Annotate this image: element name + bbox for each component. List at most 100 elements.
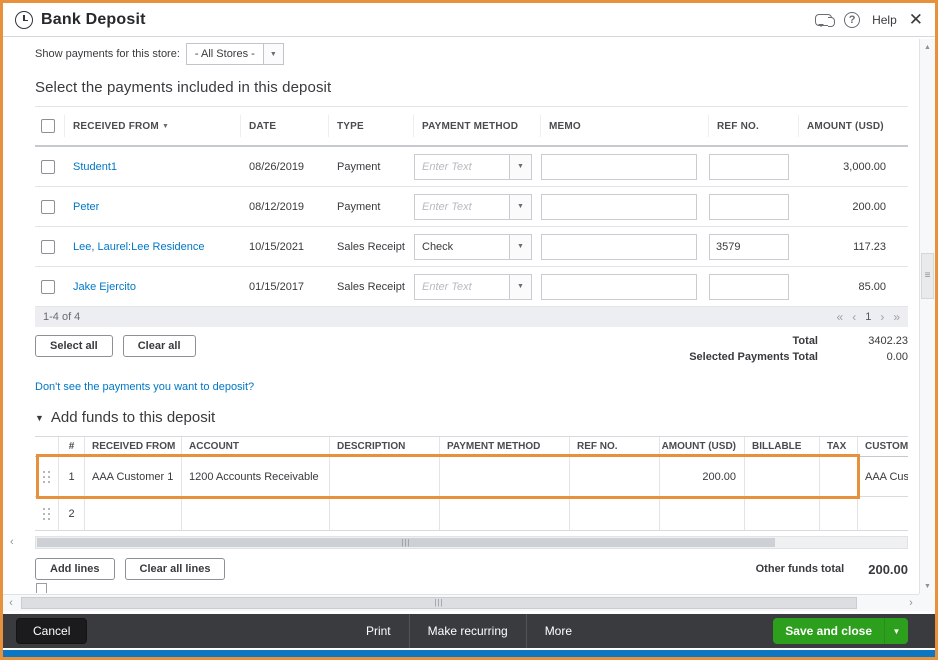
title-bar-actions: ? Help ✕ [815,11,923,28]
billable-cell[interactable] [745,497,820,530]
tax-cell[interactable] [820,457,858,496]
selected-payments-total-value: 0.00 [886,351,908,363]
column-header-received-from[interactable]: RECEIVED FROM ▼ [65,115,241,137]
footer-center-actions: Print Make recurring More [348,614,590,648]
print-button[interactable]: Print [348,614,409,648]
vertical-scrollbar[interactable]: ▲ ≡ ▼ [919,39,935,594]
column-header-ref-no: REF NO. [709,115,799,137]
funds-row[interactable]: 1 AAA Customer 1 1200 Accounts Receivabl… [35,454,908,499]
received-from-cell[interactable] [85,497,182,530]
help-label[interactable]: Help [872,13,897,27]
payment-method-select[interactable]: Check ▼ [414,233,532,260]
received-from-link[interactable]: Jake Ejercito [73,281,136,293]
received-from-link[interactable]: Peter [73,201,99,213]
funds-hscrollbar[interactable]: ‹ ||| [10,536,908,549]
funds-hscrollbar-thumb[interactable]: ||| [37,538,775,547]
row-number-cell: 2 [59,497,85,530]
make-recurring-button[interactable]: Make recurring [408,614,526,648]
pager-next-icon[interactable]: › [880,310,884,324]
close-icon[interactable]: ✕ [909,11,923,28]
amount-cell[interactable]: 200.00 [660,457,745,496]
chevron-down-icon[interactable]: ▼ [509,274,531,299]
collapse-triangle-icon[interactable]: ▼ [35,413,44,423]
vertical-scrollbar-thumb[interactable]: ≡ [921,253,934,299]
chevron-down-icon[interactable]: ▼ [884,618,908,644]
received-from-link[interactable]: Lee, Laurel:Lee Residence [73,241,204,253]
pager-prev-icon[interactable]: ‹ [852,310,856,324]
row-checkbox[interactable] [41,239,55,254]
chevron-down-icon[interactable]: ▼ [509,154,531,179]
main-hscrollbar[interactable]: ‹ ||| › [3,594,919,611]
column-header-type: TYPE [329,115,414,137]
ref-no-input[interactable] [709,273,789,300]
clear-all-lines-button[interactable]: Clear all lines [124,558,226,580]
payment-method-select[interactable]: Enter Text ▼ [414,273,532,300]
partial-row-checkbox[interactable] [36,583,47,593]
select-all-button[interactable]: Select all [35,335,113,357]
received-from-cell[interactable]: AAA Customer 1 [85,457,182,496]
cancel-button[interactable]: Cancel [16,618,88,644]
pager-page-number[interactable]: 1 [865,311,871,323]
dont-see-payments-link[interactable]: Don't see the payments you want to depos… [35,381,254,393]
memo-input[interactable] [541,193,697,220]
description-cell[interactable] [330,497,440,530]
amount-cell[interactable] [660,497,745,530]
store-select[interactable]: - All Stores - ▼ [185,43,284,65]
memo-input[interactable] [541,233,697,260]
payments-table-header: RECEIVED FROM ▼ DATE TYPE PAYMENT METHOD… [35,107,908,147]
ref-no-cell[interactable] [570,457,660,496]
chevron-down-icon[interactable]: ▼ [262,44,283,64]
row-checkbox[interactable] [41,159,55,174]
pager-first-icon[interactable]: « [837,310,844,324]
payment-method-select[interactable]: Enter Text ▼ [414,153,532,180]
ref-no-input[interactable] [709,153,789,180]
row-number-cell: 1 [59,457,85,496]
billable-cell[interactable] [745,457,820,496]
funds-row[interactable]: 2 [35,497,908,531]
drag-handle-icon[interactable] [42,507,51,520]
scrollbar-grip-icon: ||| [401,537,411,547]
received-from-link[interactable]: Student1 [73,161,117,173]
scroll-up-icon[interactable]: ▲ [920,39,935,55]
scroll-left-icon[interactable]: ‹ [3,597,19,609]
ref-no-cell[interactable] [570,497,660,530]
memo-input[interactable] [541,273,697,300]
drag-handle-icon[interactable] [42,470,51,483]
chevron-down-icon[interactable]: ▼ [509,194,531,219]
description-cell[interactable] [330,457,440,496]
row-checkbox[interactable] [41,199,55,214]
memo-input[interactable] [541,153,697,180]
main-hscrollbar-track[interactable]: ||| [19,595,903,611]
select-all-checkbox[interactable] [41,119,55,133]
add-lines-button[interactable]: Add lines [35,558,115,580]
account-cell[interactable]: 1200 Accounts Receivable [182,457,330,496]
customer-cell[interactable] [858,497,908,530]
payment-method-cell[interactable] [440,497,570,530]
payment-method-cell[interactable] [440,457,570,496]
scroll-right-icon[interactable]: › [903,597,919,609]
payment-method-select[interactable]: Enter Text ▼ [414,193,532,220]
title-bar: Bank Deposit ? Help ✕ [3,3,935,37]
column-header-amount: AMOUNT (USD) [807,120,884,132]
clear-all-button[interactable]: Clear all [122,335,196,357]
account-cell[interactable] [182,497,330,530]
customer-cell[interactable]: AAA Cust [858,457,908,496]
column-header-payment-method: PAYMENT METHOD [440,437,570,456]
more-button[interactable]: More [525,614,590,648]
chevron-down-icon[interactable]: ▼ [509,234,531,259]
feedback-icon[interactable] [815,13,836,27]
add-funds-table-header: # RECEIVED FROM ACCOUNT DESCRIPTION PAYM… [35,437,908,457]
ref-no-input[interactable] [709,233,789,260]
main-hscrollbar-thumb[interactable]: ||| [21,597,857,609]
scroll-left-icon[interactable]: ‹ [10,536,14,548]
pager-last-icon[interactable]: » [893,310,900,324]
scroll-down-icon[interactable]: ▼ [920,578,935,594]
payment-method-value: Enter Text [422,280,472,293]
ref-no-input[interactable] [709,193,789,220]
help-icon[interactable]: ? [844,11,861,28]
tax-cell[interactable] [820,497,858,530]
totals: Total 3402.23 Selected Payments Total 0.… [689,335,908,369]
recent-transactions-icon[interactable] [15,10,33,29]
save-and-close-button[interactable]: Save and close ▼ [773,618,908,644]
row-checkbox[interactable] [41,279,55,294]
